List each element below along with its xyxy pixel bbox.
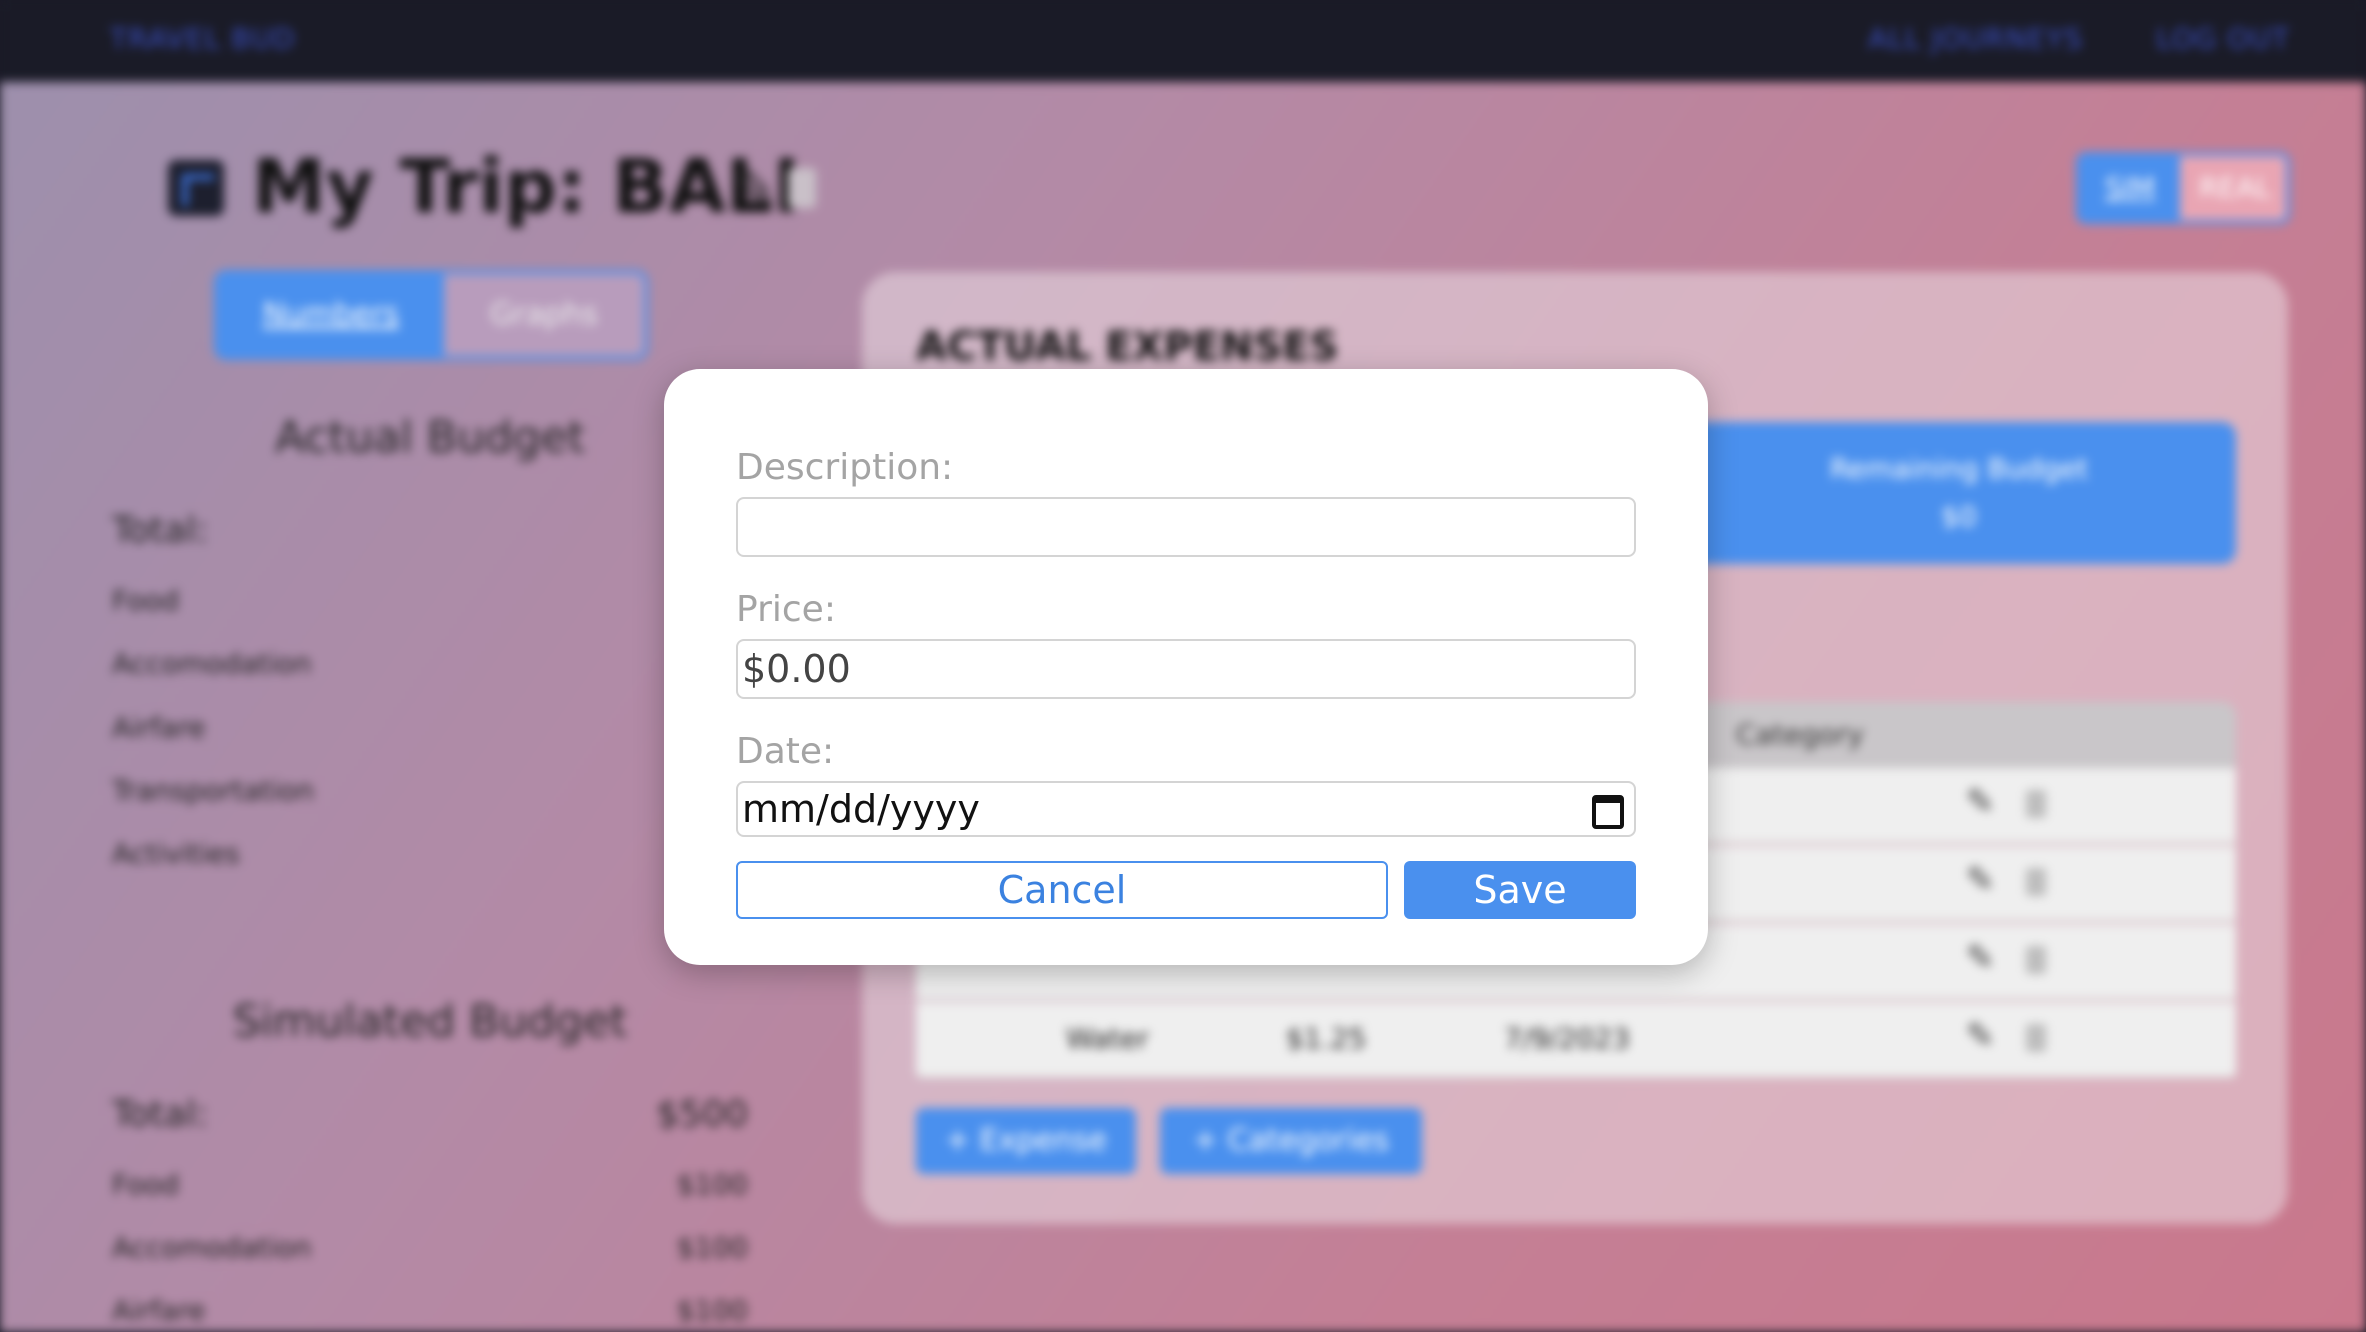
date-input[interactable]: mm/dd/yyyy xyxy=(736,781,1636,837)
remaining-budget-box: Remaining Budget $0 xyxy=(1682,422,2236,564)
tab-graphs[interactable]: Graphs xyxy=(444,274,644,356)
pencil-icon[interactable]: ✎ xyxy=(733,160,777,220)
row-date: 7/9/2023 xyxy=(1504,1022,1630,1055)
save-button[interactable]: Save xyxy=(1404,861,1636,919)
add-expense-button[interactable]: + Expense xyxy=(916,1108,1136,1174)
price-label: Price: xyxy=(736,589,836,630)
pencil-icon[interactable]: ✎ xyxy=(1966,938,1995,978)
toggle-sim[interactable]: SIM xyxy=(2080,156,2180,220)
toggle-real[interactable]: REAL xyxy=(2180,156,2286,220)
category-label: Activities xyxy=(112,837,240,870)
trash-icon[interactable] xyxy=(2026,946,2046,974)
remaining-budget-label: Remaining Budget xyxy=(1829,452,2089,485)
total-label: Total: xyxy=(112,1094,209,1135)
category-label: Food xyxy=(112,584,180,617)
nav-log-out[interactable]: LOG OUT xyxy=(2156,22,2290,55)
row-description: Water xyxy=(1066,1022,1149,1055)
category-label: Accomodation xyxy=(112,647,312,680)
total-label: Total: xyxy=(112,510,209,551)
brand-logo[interactable]: TRAVEL BUD xyxy=(110,22,295,55)
page-title: My Trip: BALI xyxy=(252,144,801,230)
description-label: Description: xyxy=(736,447,954,488)
column-header-category: Category xyxy=(1736,718,1864,751)
trash-icon[interactable] xyxy=(2026,1024,2046,1052)
date-placeholder: mm/dd/yyyy xyxy=(742,787,980,831)
calendar-icon[interactable] xyxy=(1592,795,1624,829)
total-value: $500 xyxy=(656,1094,748,1135)
view-toggle: Numbers Graphs xyxy=(214,270,648,360)
simulated-budget-heading: Simulated Budget xyxy=(232,996,628,1047)
sim-real-toggle: SIM REAL xyxy=(2076,152,2290,224)
trash-icon[interactable] xyxy=(2026,790,2046,818)
pencil-icon[interactable]: ✎ xyxy=(1966,1016,1995,1056)
category-label: Airfare xyxy=(112,1294,206,1327)
date-label: Date: xyxy=(736,731,835,772)
nav-all-journeys[interactable]: ALL JOURNEYS xyxy=(1868,22,2083,55)
back-arrow-icon[interactable] xyxy=(168,160,224,216)
remaining-budget-value: $0 xyxy=(1941,500,1977,533)
top-navbar: TRAVEL BUD ALL JOURNEYS LOG OUT xyxy=(0,0,2366,82)
cancel-button[interactable]: Cancel xyxy=(736,861,1388,919)
pencil-icon[interactable]: ✎ xyxy=(1966,782,1995,822)
table-row: Water $1.25 7/9/2023 ✎ xyxy=(916,1002,2236,1078)
price-input[interactable]: $0.00 xyxy=(736,639,1636,699)
category-value: $100 xyxy=(676,1168,748,1201)
trash-icon[interactable] xyxy=(788,168,816,208)
tab-numbers[interactable]: Numbers xyxy=(218,274,444,356)
description-input[interactable] xyxy=(736,497,1636,557)
category-value: $100 xyxy=(676,1231,748,1264)
add-categories-button[interactable]: + Categories xyxy=(1160,1108,1422,1174)
row-price: $1.25 xyxy=(1286,1022,1367,1055)
category-value: $100 xyxy=(676,1294,748,1327)
category-label: Food xyxy=(112,1168,180,1201)
trash-icon[interactable] xyxy=(2026,868,2046,896)
category-label: Airfare xyxy=(112,711,206,744)
expenses-title: ACTUAL EXPENSES xyxy=(916,324,1339,370)
actual-budget-heading: Actual Budget xyxy=(274,412,586,463)
category-label: Accomodation xyxy=(112,1231,312,1264)
add-expense-modal: Description: Price: $0.00 Date: mm/dd/yy… xyxy=(664,369,1708,965)
category-label: Transportation xyxy=(112,774,315,807)
pencil-icon[interactable]: ✎ xyxy=(1966,860,1995,900)
